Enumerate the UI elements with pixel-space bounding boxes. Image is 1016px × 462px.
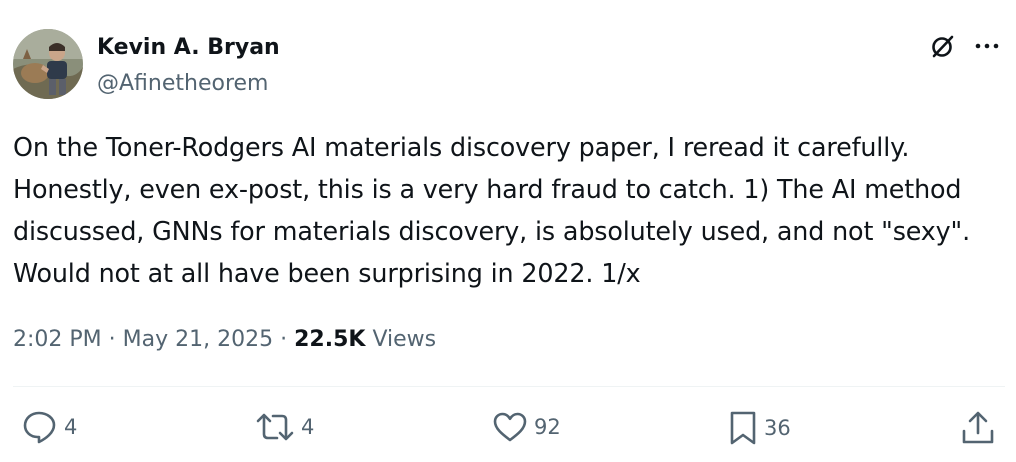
- reply-count: 4: [64, 415, 78, 439]
- repost-count: 4: [301, 415, 315, 439]
- grok-icon: [932, 35, 954, 58]
- avatar-image: [13, 29, 83, 99]
- views-label: Views: [372, 327, 437, 352]
- tweet-card: Kevin A. Bryan @Afinetheorem On the Tone…: [0, 0, 1016, 462]
- author-block: Kevin A. Bryan @Afinetheorem: [97, 33, 280, 99]
- reply-icon: [23, 411, 56, 444]
- meta-separator: ·: [280, 327, 288, 352]
- repost-button[interactable]: 4: [255, 410, 314, 444]
- views-count: 22.5K: [294, 327, 366, 352]
- author-handle[interactable]: @Afinetheorem: [97, 69, 280, 99]
- repost-icon: [256, 413, 294, 441]
- bookmark-button[interactable]: 36: [728, 410, 791, 446]
- more-icon: [975, 43, 999, 49]
- grok-button[interactable]: [930, 33, 956, 59]
- more-button[interactable]: [974, 42, 1000, 50]
- tweet-text: On the Toner-Rodgers AI materials discov…: [13, 132, 971, 288]
- like-count: 92: [534, 415, 561, 439]
- divider: [13, 386, 1005, 387]
- tweet-date[interactable]: May 21, 2025: [123, 327, 273, 352]
- avatar[interactable]: [13, 29, 83, 99]
- tweet-time[interactable]: 2:02 PM: [13, 327, 102, 352]
- meta-separator: ·: [108, 327, 116, 352]
- bookmark-count: 36: [764, 416, 791, 440]
- share-button[interactable]: [960, 410, 996, 446]
- tweet-meta: 2:02 PM · May 21, 2025 · 22.5K Views: [13, 324, 436, 356]
- heart-icon: [493, 412, 527, 442]
- share-icon: [962, 411, 994, 444]
- author-display-name[interactable]: Kevin A. Bryan: [97, 33, 280, 63]
- bookmark-icon: [730, 411, 756, 445]
- like-button[interactable]: 92: [492, 410, 561, 444]
- reply-button[interactable]: 4: [22, 410, 77, 444]
- top-actions: [930, 33, 1000, 59]
